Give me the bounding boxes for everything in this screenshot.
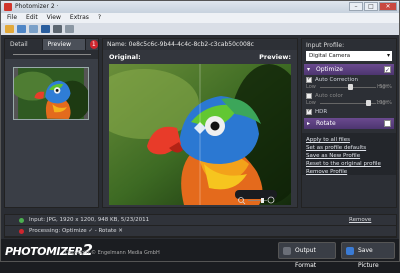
hdr-label: HDR [315, 109, 328, 115]
auto-correction-row: Auto Correction [302, 75, 396, 83]
collapse-icon: ▾ [307, 66, 311, 73]
input-profile-heading: Input Profile: [306, 42, 345, 49]
footer: PHOTOMIZER2 Copyright © Engelmann Media … [1, 239, 399, 269]
original-label: Original: [109, 53, 141, 61]
optimize-section-header[interactable]: ▾ Optimize [304, 64, 394, 76]
photo-preview[interactable] [109, 64, 291, 205]
file-list-tabs: Detail list Preview list 1 [5, 39, 98, 59]
app-icon [4, 3, 12, 11]
minimize-button[interactable]: – [349, 2, 363, 11]
optimize-checkbox[interactable] [384, 65, 391, 76]
input-profile-select[interactable]: Digital Camera ▾ [306, 51, 392, 61]
chevron-down-icon: ▾ [386, 52, 390, 59]
close-button[interactable]: ✕ [379, 2, 397, 11]
reset-profile-link[interactable]: Reset to the original profile [306, 160, 392, 168]
remove-link[interactable]: Remove [349, 215, 371, 226]
save-picture-button[interactable]: Save Picture [341, 242, 395, 269]
input-info-row: Input: JPG, 1920 x 1200, 948 KB, 5/23/20… [5, 215, 396, 226]
menu-bar: File Edit View Extras ? [1, 13, 399, 23]
parrot-thumbnail-image [10, 68, 91, 121]
toolbar [1, 23, 399, 35]
title-bar: Photomizer 2 · – □ ✕ [1, 1, 399, 13]
menu-file[interactable]: File [7, 13, 17, 23]
menu-edit[interactable]: Edit [26, 13, 38, 23]
view-list-icon[interactable] [53, 25, 62, 33]
file-info-panel: Input: JPG, 1920 x 1200, 948 KB, 5/23/20… [4, 214, 397, 238]
rotate-title: Rotate [316, 120, 336, 127]
window-controls: – □ ✕ [349, 2, 397, 11]
rotate-section-header[interactable]: ▸ Rotate [304, 118, 394, 129]
menu-extras[interactable]: Extras [70, 13, 89, 23]
menu-help[interactable]: ? [98, 13, 101, 23]
parrot-image [109, 64, 291, 205]
processing-row: Processing: Optimize ✓ - Rotate ✕ [5, 226, 396, 237]
zoom-slider[interactable] [235, 190, 277, 205]
save-picture-icon [346, 247, 354, 255]
add-files-icon[interactable] [17, 25, 26, 33]
apply-to-all-link[interactable]: Apply to all files [306, 136, 392, 144]
hdr-checkbox[interactable] [306, 108, 312, 115]
view-grid-icon[interactable] [65, 25, 74, 33]
preview-label: Preview: [259, 53, 291, 61]
tab-preview-list[interactable]: Preview list [42, 39, 86, 59]
file-list-panel: Detail list Preview list 1 [4, 38, 99, 208]
auto-color-row: Auto color [302, 91, 396, 99]
copyright: Copyright © Engelmann Media GmbH [65, 250, 160, 256]
processing-info: Processing: Optimize ✓ - Rotate ✕ [29, 228, 123, 234]
auto-color-slider[interactable]: Low High 100 % [306, 99, 392, 107]
remove-profile-link[interactable]: Remove Profile [306, 168, 392, 176]
set-defaults-link[interactable]: Set as profile defaults [306, 144, 392, 152]
slider-value: 50 % [379, 84, 392, 90]
output-format-label: Output Format [295, 247, 317, 269]
preview-area: Name: 0e8c5c6c-9b44-4c4c-8cb2-c3cab50c00… [102, 38, 298, 208]
settings-panel: Input Profile: Digital Camera ▾ ▾ Optimi… [301, 38, 397, 208]
maximize-button[interactable]: □ [364, 2, 378, 11]
photo-thumbnail[interactable] [10, 67, 91, 121]
remove-files-icon[interactable] [29, 25, 38, 33]
thumbnail-size-slider[interactable] [5, 50, 98, 59]
output-format-button[interactable]: Output Format [278, 242, 336, 269]
save-picture-label: Save Picture [358, 247, 379, 269]
auto-correction-slider[interactable]: Low High 50 % [306, 83, 392, 91]
app-window: Photomizer 2 · – □ ✕ File Edit View Extr… [0, 0, 400, 269]
rotate-checkbox[interactable] [384, 120, 391, 127]
menu-view[interactable]: View [47, 13, 61, 23]
count-badge: 1 [89, 40, 98, 49]
window-title: Photomizer 2 · [15, 3, 59, 10]
input-info: Input: JPG, 1920 x 1200, 948 KB, 5/23/20… [29, 217, 150, 223]
slider-low-label-2: Low [306, 100, 316, 106]
output-format-icon [283, 247, 291, 255]
slider-low-label: Low [306, 84, 316, 90]
profile-links: Apply to all files Set as profile defaul… [302, 133, 396, 175]
processing-dot-icon [19, 229, 24, 234]
tab-detail-list[interactable]: Detail list [5, 39, 43, 59]
status-dot-icon [19, 218, 24, 223]
optimize-title: Optimize [316, 66, 343, 73]
input-profile-value: Digital Camera [309, 53, 351, 59]
expand-icon: ▸ [307, 120, 311, 127]
file-name: Name: 0e8c5c6c-9b44-4c4c-8cb2-c3cab50c00… [103, 39, 297, 50]
save-new-profile-link[interactable]: Save as New Profile [306, 152, 392, 160]
save-icon[interactable] [41, 25, 50, 33]
slider-value-2: 100 % [376, 100, 392, 106]
open-folder-icon[interactable] [5, 25, 14, 33]
hdr-row: HDR [302, 107, 396, 115]
zoom-slider-icon [238, 196, 275, 205]
